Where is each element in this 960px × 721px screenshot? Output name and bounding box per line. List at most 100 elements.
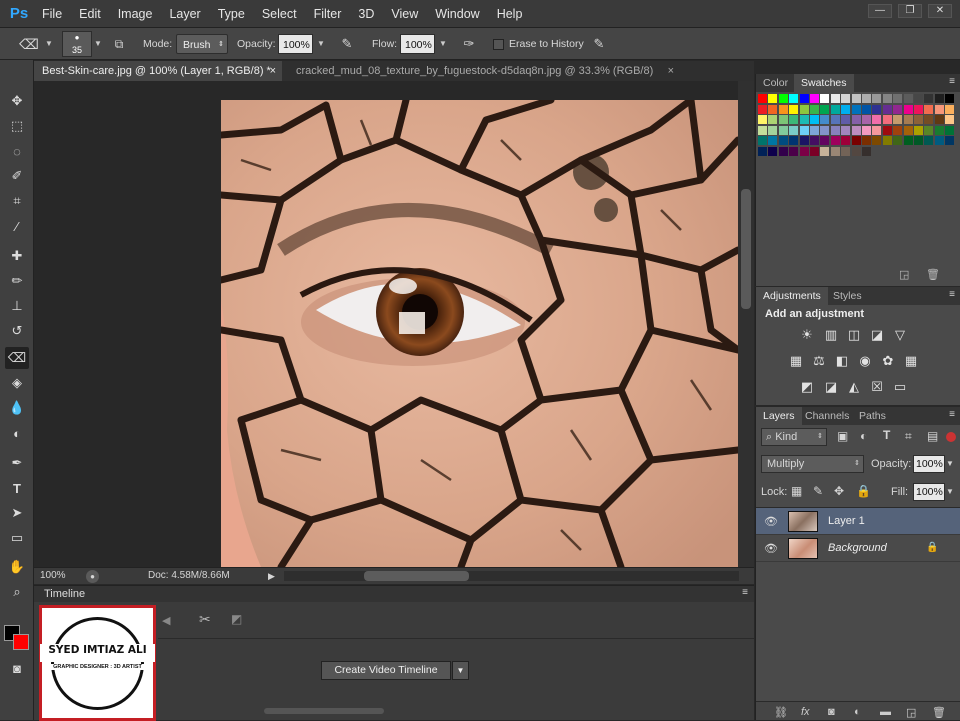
visibility-eye-icon[interactable]: 👁 [764, 542, 778, 555]
color-swatch[interactable] [768, 94, 778, 103]
create-video-timeline-button[interactable]: Create Video Timeline [321, 661, 451, 680]
tab-channels[interactable]: Channels [798, 407, 856, 425]
color-lookup-icon[interactable]: ▦ [903, 353, 919, 369]
color-swatch[interactable] [830, 125, 840, 135]
color-swatch[interactable] [810, 104, 819, 114]
menu-help[interactable]: Help [497, 0, 523, 28]
color-swatch[interactable] [934, 115, 944, 125]
tab-cracked-mud[interactable]: cracked_mud_08_texture_by_fuguestock-d5d… [288, 61, 678, 81]
color-swatch[interactable] [914, 125, 923, 135]
filter-pixel-icon[interactable]: ▣ [837, 429, 848, 443]
dodge-tool-icon[interactable]: ◐ [5, 422, 29, 444]
brush-panel-icon[interactable]: ⧉ [110, 34, 128, 54]
color-swatch[interactable] [893, 115, 903, 125]
menu-layer[interactable]: Layer [169, 0, 200, 28]
clone-stamp-tool-icon[interactable]: ⊥ [5, 295, 29, 317]
color-swatch[interactable] [820, 94, 830, 103]
panel-menu-icon[interactable]: ≡ [949, 76, 955, 87]
color-swatch[interactable] [934, 104, 944, 114]
color-swatch[interactable] [758, 94, 767, 103]
color-swatch[interactable] [903, 115, 913, 125]
black-white-icon[interactable]: ◧ [834, 353, 850, 369]
color-swatch[interactable] [862, 125, 871, 135]
panel-menu-icon[interactable]: ≡ [949, 289, 955, 300]
brush-size-picker[interactable]: ● 35 [62, 31, 92, 57]
layer-opacity-field[interactable]: 100% [913, 455, 945, 473]
color-swatch[interactable] [841, 104, 851, 114]
menu-edit[interactable]: Edit [79, 0, 101, 28]
color-swatch[interactable] [820, 136, 830, 146]
erase-history-checkbox[interactable] [493, 39, 504, 50]
lasso-tool-icon[interactable]: ◌ [5, 140, 29, 162]
close-button[interactable]: ✕ [928, 4, 952, 18]
color-swatch[interactable] [778, 104, 788, 114]
flow-dropdown-icon[interactable]: ▼ [436, 34, 450, 54]
color-swatch[interactable] [914, 115, 923, 125]
blur-tool-icon[interactable]: 💧 [5, 397, 29, 419]
brush-dropdown-icon[interactable]: ▼ [91, 34, 105, 54]
color-swatch[interactable] [810, 125, 819, 135]
color-swatch[interactable] [820, 104, 830, 114]
color-swatch[interactable] [893, 104, 903, 114]
quick-mask-icon[interactable]: ◙ [5, 657, 29, 679]
color-swatch[interactable] [830, 104, 840, 114]
transition-icon[interactable]: ◩ [231, 612, 242, 626]
color-swatch[interactable] [893, 136, 903, 146]
menu-filter[interactable]: Filter [314, 0, 342, 28]
vertical-scrollbar[interactable] [738, 81, 754, 567]
timeline-tab[interactable]: Timeline [44, 588, 85, 600]
color-swatch[interactable] [914, 94, 923, 103]
pressure-opacity-icon[interactable]: ✎ [338, 34, 356, 54]
color-swatch[interactable] [799, 104, 809, 114]
color-swatch[interactable] [862, 136, 871, 146]
color-swatch[interactable] [820, 115, 830, 125]
opacity-dropdown-icon[interactable]: ▼ [946, 459, 954, 468]
eraser-tool-icon[interactable]: ⌫ [5, 347, 29, 369]
color-swatch[interactable] [768, 136, 778, 146]
color-swatch[interactable] [882, 115, 892, 125]
color-swatch[interactable] [945, 104, 955, 114]
paint-bucket-tool-icon[interactable]: ◈ [5, 372, 29, 394]
tab-close-icon[interactable]: × [270, 61, 276, 81]
gradient-map-icon[interactable]: ▭ [892, 379, 908, 395]
color-swatch[interactable] [903, 104, 913, 114]
adjustment-icon[interactable]: ◐ [854, 706, 861, 718]
color-swatch[interactable] [872, 136, 882, 146]
menu-type[interactable]: Type [218, 0, 245, 28]
trash-icon[interactable]: 🗑 [932, 706, 946, 719]
trash-icon[interactable]: 🗑 [926, 268, 940, 281]
fx-icon[interactable]: fx [801, 706, 810, 718]
menu-image[interactable]: Image [118, 0, 153, 28]
color-swatch[interactable] [830, 147, 840, 156]
fill-field[interactable]: 100% [913, 483, 945, 501]
color-swatch[interactable] [799, 94, 809, 103]
color-swatch[interactable] [934, 136, 944, 146]
color-swatch[interactable] [862, 115, 871, 125]
filter-smart-icon[interactable]: ▤ [927, 429, 938, 443]
color-swatch[interactable] [851, 136, 861, 146]
color-swatch[interactable] [830, 115, 840, 125]
fill-dropdown-icon[interactable]: ▼ [946, 487, 954, 496]
color-swatch[interactable] [799, 147, 809, 156]
vertical-scroll-thumb[interactable] [741, 189, 751, 309]
color-swatch[interactable] [862, 147, 871, 156]
color-swatch[interactable] [810, 147, 819, 156]
color-swatch[interactable] [768, 104, 778, 114]
menu-select[interactable]: Select [262, 0, 297, 28]
color-swatch[interactable] [851, 115, 861, 125]
color-swatch[interactable] [924, 94, 934, 103]
hue-saturation-icon[interactable]: ▦ [788, 353, 804, 369]
history-brush-tool-icon[interactable]: ↺ [5, 320, 29, 342]
color-swatch[interactable] [882, 94, 892, 103]
timeline-zoom-slider[interactable] [264, 708, 384, 714]
type-tool-icon[interactable]: T [5, 477, 29, 499]
vibrance-icon[interactable]: ▽ [892, 327, 908, 343]
color-swatch[interactable] [945, 125, 955, 135]
layer-name[interactable]: Layer 1 [828, 508, 865, 535]
preset-dropdown-icon[interactable]: ▼ [42, 34, 56, 54]
filter-shape-icon[interactable]: ⌗ [905, 429, 912, 444]
exposure-icon[interactable]: ◪ [869, 327, 885, 343]
posterize-icon[interactable]: ◪ [823, 379, 839, 395]
path-select-tool-icon[interactable]: ➤ [5, 502, 29, 524]
filter-toggle[interactable] [946, 432, 956, 442]
